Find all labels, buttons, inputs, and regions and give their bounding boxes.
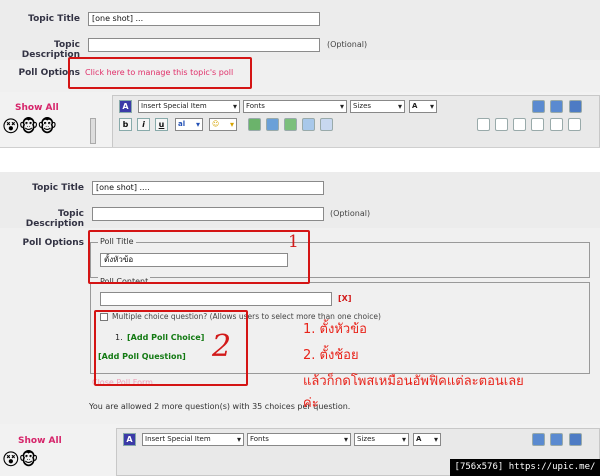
italic-button[interactable]: i	[137, 118, 150, 131]
topic-description-label: Topic Description	[25, 209, 84, 229]
media-icon[interactable]	[284, 118, 297, 131]
align-right-icon[interactable]	[513, 118, 526, 131]
redo-icon[interactable]	[550, 100, 563, 113]
underline-button[interactable]: u	[155, 118, 168, 131]
undo-icon[interactable]	[532, 100, 545, 113]
top-screenshot: Topic Title [one shot] ... Topic Descrip…	[0, 0, 600, 148]
upic-watermark: [756x576] https://upic.me/	[450, 459, 600, 476]
annotation-number-1: 1	[288, 232, 299, 252]
topic-description-input[interactable]	[92, 207, 324, 221]
topic-description-input[interactable]	[88, 38, 320, 52]
poll-options-label: Poll Options	[22, 238, 84, 248]
instruction-line-2: 2. ตั้งช้อย	[303, 348, 359, 363]
rich-text-toolbar: A Insert Special Item Fonts Sizes A b i …	[112, 95, 600, 147]
bold-button[interactable]: b	[119, 118, 132, 131]
spoiler-icon[interactable]	[320, 118, 333, 131]
font-color-select[interactable]: A	[413, 433, 441, 446]
topic-title-input[interactable]: [one shot] ....	[92, 181, 324, 195]
manage-poll-link[interactable]: Click here to manage this topic's poll	[85, 68, 233, 77]
topic-title-label: Topic Title	[32, 183, 84, 193]
justify-icon[interactable]	[531, 118, 544, 131]
quote-icon[interactable]	[302, 118, 315, 131]
topic-title-label: Topic Title	[28, 14, 80, 24]
show-all-emoticons-link[interactable]: Show All	[18, 436, 62, 446]
size-select[interactable]: Sizes	[354, 433, 409, 446]
poll-question-input[interactable]	[100, 292, 332, 306]
annotation-number-2: 2	[212, 329, 232, 364]
emoticon-select[interactable]: ☺	[209, 118, 237, 131]
special-item-icon[interactable]: A	[123, 433, 136, 446]
special-item-select[interactable]: Insert Special Item	[142, 433, 244, 446]
ordered-list-icon[interactable]	[550, 118, 563, 131]
special-item-select[interactable]: Insert Special Item	[138, 100, 240, 113]
remove-question-button[interactable]: [X]	[338, 294, 351, 303]
emoticon-scrollbar[interactable]	[90, 118, 96, 144]
special-item-icon[interactable]: A	[119, 100, 132, 113]
topic-title-input[interactable]: [one shot] ...	[88, 12, 320, 26]
bottom-screenshot: Topic Title [one shot] .... Topic Descri…	[0, 172, 600, 476]
align-left-icon[interactable]	[477, 118, 490, 131]
instruction-line-1: 1. ตั้งหัวข้อ	[303, 322, 367, 337]
instruction-line-4: ค่ะ	[303, 396, 319, 411]
undo-icon[interactable]	[532, 433, 545, 446]
instruction-line-3: แล้วก็กดโพสเหมือนอัพฟิคแต่ละตอนเลย	[303, 374, 524, 389]
resize-icon[interactable]	[569, 100, 582, 113]
align-center-icon[interactable]	[495, 118, 508, 131]
show-all-emoticons-link[interactable]: Show All	[15, 103, 59, 113]
font-color-select[interactable]: A	[409, 100, 437, 113]
bullet-list-icon[interactable]	[568, 118, 581, 131]
link-icon[interactable]	[266, 118, 279, 131]
annotation-box-1	[88, 230, 310, 284]
size-select[interactable]: Sizes	[350, 100, 405, 113]
script-select[interactable]: al	[175, 118, 203, 131]
resize-icon[interactable]	[569, 433, 582, 446]
optional-note: (Optional)	[330, 209, 371, 218]
font-select[interactable]: Fonts	[243, 100, 347, 113]
emoticon-faces[interactable]: 😵🐵	[2, 450, 38, 470]
optional-note: (Optional)	[327, 40, 368, 49]
image-icon[interactable]	[248, 118, 261, 131]
emoticon-faces[interactable]: 😵🐵🐵	[2, 117, 57, 137]
font-select[interactable]: Fonts	[247, 433, 351, 446]
redo-icon[interactable]	[550, 433, 563, 446]
